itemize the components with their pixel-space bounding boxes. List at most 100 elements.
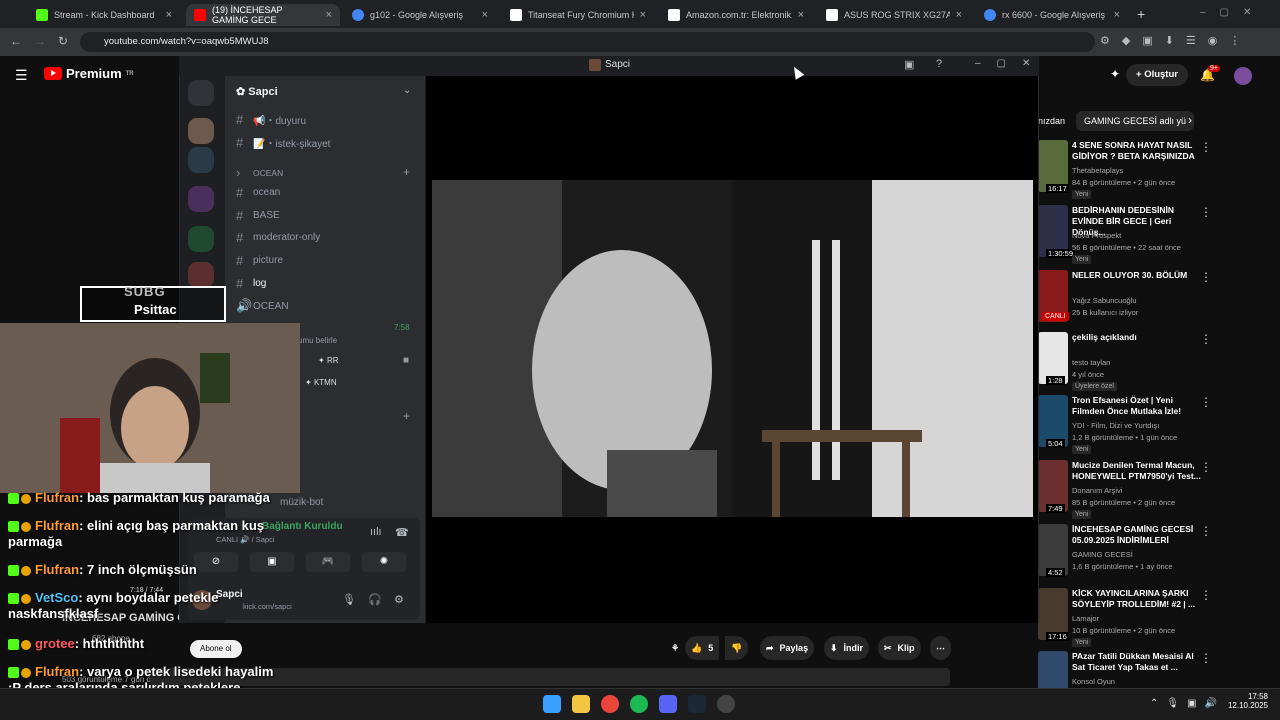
- recommended-video[interactable]: 7:49 Mucize Denilen Termal Macun, HONEYWE…: [1038, 460, 1238, 520]
- channel-item[interactable]: 🔊 OCEAN: [236, 298, 289, 314]
- tab-google-shopping-rx6600[interactable]: rx 6600 - Google Alışveriş ×: [976, 4, 1128, 26]
- noise-suppression-icon[interactable]: ıılı: [370, 526, 382, 538]
- new-tab-button[interactable]: +: [1137, 6, 1145, 22]
- youtube-logo[interactable]: Premium TR: [44, 66, 134, 81]
- close-tab-icon[interactable]: ×: [1114, 9, 1120, 21]
- video-title[interactable]: çekiliş açıklandı: [1072, 332, 1202, 343]
- cast-icon[interactable]: ✦: [1110, 67, 1120, 81]
- tab-asus-monitor[interactable]: ASUS ROG STRIX XG27ACS 27 ×: [818, 4, 970, 26]
- channel-item[interactable]: # log: [236, 276, 266, 291]
- channel-item[interactable]: # 📢・duyuru: [236, 112, 306, 127]
- inbox-icon[interactable]: ▣: [904, 58, 914, 71]
- recommended-video[interactable]: 4:52 İNCEHESAP GAMİNG GECESİ 05.09.2025 İ…: [1038, 524, 1238, 584]
- video-title[interactable]: PAzar Tatili Dükkan Mesaisi Al Sat Ticar…: [1072, 651, 1202, 673]
- emoji-icon[interactable]: ⚘: [665, 636, 685, 660]
- back-icon[interactable]: ←: [10, 34, 22, 48]
- close-tab-icon[interactable]: ×: [166, 9, 172, 21]
- microphone-icon[interactable]: 🎙: [342, 593, 356, 606]
- video-title[interactable]: Tron Efsanesi Özet | Yeni Filmden Önce M…: [1072, 395, 1202, 417]
- more-icon[interactable]: ⋮: [1200, 140, 1212, 154]
- server-icon[interactable]: [188, 262, 214, 288]
- close-tab-icon[interactable]: ×: [482, 9, 488, 21]
- voice-user-ktmn[interactable]: ✦ KTMN: [305, 378, 337, 387]
- channel-item[interactable]: # picture: [236, 253, 283, 268]
- chrome-icon[interactable]: [601, 695, 619, 713]
- close-tab-icon[interactable]: ×: [798, 9, 804, 21]
- channel-name[interactable]: Lamajor: [1072, 614, 1099, 623]
- discord-icon[interactable]: [659, 695, 677, 713]
- forward-icon[interactable]: →: [34, 34, 46, 48]
- close-tab-icon[interactable]: ×: [326, 9, 332, 21]
- system-tray[interactable]: ⌃🎙▣🔊: [1150, 698, 1225, 709]
- recommended-video[interactable]: NELER OLUYOR 30. BÖLÜM Yağız Sabuncuoğlu 2…: [1038, 270, 1238, 330]
- more-icon[interactable]: ⋮: [1200, 460, 1212, 474]
- discord-window-controls[interactable]: –▢✕: [975, 58, 1046, 69]
- recommended-video[interactable]: 1:30:59 BEDİRHANIN DEDESİNİN EVİNDE BİR G…: [1038, 205, 1238, 265]
- tab-youtube[interactable]: (19) İNCEHESAP GAMİNG GECE ×: [186, 4, 340, 26]
- server-header[interactable]: ✿ Sapci: [236, 85, 278, 98]
- chat-username[interactable]: VetSco: [35, 590, 78, 605]
- reload-icon[interactable]: ↻: [58, 34, 68, 48]
- windows-start-icon[interactable]: [543, 695, 561, 713]
- create-button[interactable]: + Oluştur: [1126, 64, 1188, 86]
- video-title[interactable]: İNCEHESAP GAMİNG GECESİ 05.09.2025 İNDİR…: [1072, 524, 1202, 546]
- clip-button[interactable]: ✂ Klip: [878, 636, 921, 660]
- server-icon[interactable]: [188, 147, 214, 173]
- server-icon[interactable]: [188, 186, 214, 212]
- tab-kick-dashboard[interactable]: Stream - Kick Dashboard ×: [28, 4, 180, 26]
- channel-item[interactable]: # BASE: [236, 208, 280, 223]
- file-explorer-icon[interactable]: [572, 695, 590, 713]
- avatar[interactable]: [1234, 67, 1252, 85]
- menu-icon[interactable]: ☰: [15, 67, 28, 84]
- more-icon[interactable]: ⋮: [1200, 205, 1212, 219]
- extension-icons[interactable]: ⚙◆▣⬇☰◉⋮: [1100, 34, 1252, 47]
- spotify-icon[interactable]: [630, 695, 648, 713]
- recommended-video[interactable]: 5:04 Tron Efsanesi Özet | Yeni Filmden Ön…: [1038, 395, 1238, 455]
- tab-titanseat[interactable]: Titanseat Fury Chromium Kum ×: [502, 4, 654, 26]
- video-title[interactable]: Mucize Denilen Termal Macun, HONEYWELL P…: [1072, 460, 1202, 482]
- clock[interactable]: 17:58 12.10.2025: [1224, 692, 1268, 710]
- channel-name[interactable]: testo taylan: [1072, 358, 1110, 367]
- voice-user-rr[interactable]: ✦ RR: [318, 356, 339, 365]
- activity-button[interactable]: 🎮: [306, 552, 350, 572]
- more-icon[interactable]: ⋮: [1200, 651, 1212, 665]
- chat-username[interactable]: grotee: [35, 636, 75, 651]
- more-icon[interactable]: ⋮: [1200, 332, 1212, 346]
- video-title[interactable]: NELER OLUYOR 30. BÖLÜM: [1072, 270, 1202, 281]
- video-title[interactable]: KİCK YAYINCILARINA ŞARKI SÖYLEYİP TROLLE…: [1072, 588, 1202, 610]
- channel-name[interactable]: Nova Prospekt: [1072, 231, 1121, 240]
- channel-name[interactable]: Donanım Arşivi: [1072, 486, 1122, 495]
- more-icon[interactable]: ⋮: [1200, 270, 1212, 284]
- video-title[interactable]: 4 SENE SONRA HAYAT NASIL GİDİYOR ? BETA …: [1072, 140, 1202, 162]
- channel-name[interactable]: Konsol Oyun: [1072, 677, 1115, 686]
- discord-home-icon[interactable]: [188, 80, 214, 106]
- recommended-video[interactable]: 1:28 çekiliş açıklandı testo taylan 4 yıl ö…: [1038, 332, 1238, 392]
- chat-username[interactable]: Flufran: [35, 490, 79, 505]
- download-button[interactable]: ⬇ İndir: [824, 636, 870, 660]
- chevron-right-icon[interactable]: ›: [1188, 113, 1192, 127]
- add-channel-icon[interactable]: +: [403, 165, 410, 179]
- tab-amazon[interactable]: Amazon.com.tr: Elektronik, bilg ×: [660, 4, 812, 26]
- chat-username[interactable]: Flufran: [35, 518, 79, 533]
- window-controls[interactable]: –▢✕: [1200, 7, 1265, 18]
- channel-item[interactable]: # 📝・istek-şikayet: [236, 135, 330, 150]
- channel-item[interactable]: # moderator-only: [236, 230, 320, 245]
- recommended-video[interactable]: 16:17 4 SENE SONRA HAYAT NASIL GİDİYOR ? …: [1038, 140, 1238, 200]
- chevron-down-icon[interactable]: ⌄: [403, 85, 411, 96]
- recommended-video[interactable]: 17:16 KİCK YAYINCILARINA ŞARKI SÖYLEYİP T…: [1038, 588, 1238, 648]
- help-icon[interactable]: ?: [936, 58, 942, 70]
- more-icon[interactable]: ⋯: [930, 636, 951, 660]
- channel-name[interactable]: Yağız Sabuncuoğlu: [1072, 296, 1137, 305]
- channel-name[interactable]: GAMING GECESİ: [1072, 550, 1133, 559]
- more-icon[interactable]: ⋮: [1200, 588, 1212, 602]
- channel-category[interactable]: › OCEAN: [236, 165, 283, 180]
- more-icon[interactable]: ⋮: [1200, 395, 1212, 409]
- chat-username[interactable]: Flufran: [35, 664, 79, 679]
- add-channel-icon[interactable]: +: [403, 409, 410, 423]
- headphones-icon[interactable]: 🎧: [368, 593, 382, 606]
- tab-google-shopping-g102[interactable]: g102 - Google Alışveriş ×: [344, 4, 496, 26]
- like-button[interactable]: 👍 5: [685, 636, 720, 660]
- channel-item[interactable]: # ocean: [236, 185, 280, 200]
- channel-name[interactable]: Thetabetaplays: [1072, 166, 1123, 175]
- close-tab-icon[interactable]: ×: [956, 9, 962, 21]
